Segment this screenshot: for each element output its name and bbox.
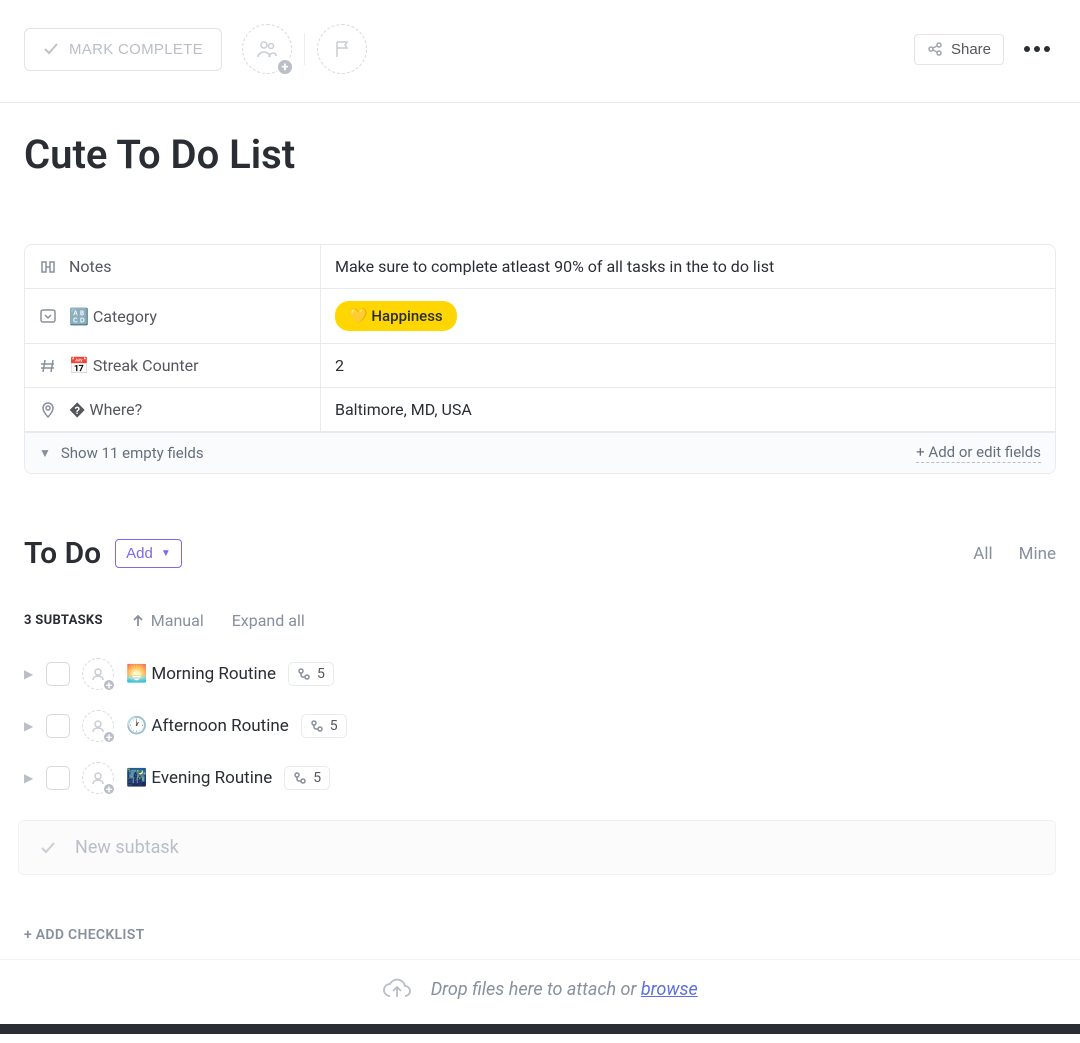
field-row-where: � Where? Baltimore, MD, USA: [25, 388, 1055, 432]
dropdown-field-icon: [39, 307, 57, 325]
expand-all-button[interactable]: Expand all: [232, 611, 305, 630]
assign-subtask-button[interactable]: +: [82, 710, 114, 742]
share-icon: [927, 41, 943, 57]
sort-mode-button[interactable]: Manual: [131, 611, 204, 630]
divider: [304, 33, 305, 65]
subtask-count-label: 3 SUBTASKS: [24, 613, 103, 628]
todo-section-title: To Do: [24, 536, 101, 571]
field-label-notes: Notes: [25, 245, 321, 288]
subtask-tree-icon: [293, 771, 307, 785]
subtask-row: ▶ + 🕐 Afternoon Routine 5: [24, 700, 1056, 752]
number-field-icon: [39, 357, 57, 375]
subtask-row: ▶ + 🌃 Evening Routine 5: [24, 752, 1056, 804]
expand-caret-icon[interactable]: ▶: [24, 667, 34, 681]
caret-down-icon: ▼: [161, 548, 171, 559]
subtask-child-count[interactable]: 5: [284, 766, 330, 790]
more-options-button[interactable]: [1018, 40, 1056, 58]
plus-badge-icon: +: [102, 678, 116, 692]
fields-footer: ▼ Show 11 empty fields + Add or edit fie…: [25, 432, 1055, 473]
filter-all-tab[interactable]: All: [973, 544, 992, 564]
priority-flag-button[interactable]: [317, 24, 367, 74]
field-row-streak: 📅 Streak Counter 2: [25, 344, 1055, 388]
custom-fields-table: Notes Make sure to complete atleast 90% …: [24, 244, 1056, 474]
field-label-category: 🔠 Category: [25, 289, 321, 343]
expand-caret-icon[interactable]: ▶: [24, 719, 34, 733]
plus-badge-icon: +: [276, 58, 294, 76]
subtask-list: ▶ + 🌅 Morning Routine 5 ▶ + 🕐 Afternoon …: [0, 648, 1080, 804]
field-value-streak[interactable]: 2: [321, 344, 1055, 387]
subtask-tree-icon: [310, 719, 324, 733]
assign-subtask-button[interactable]: +: [82, 762, 114, 794]
share-button[interactable]: Share: [914, 34, 1004, 65]
share-label: Share: [951, 41, 991, 58]
subtask-name[interactable]: 🌅 Morning Routine: [126, 664, 276, 684]
subtask-checkbox[interactable]: [46, 714, 70, 738]
page-title[interactable]: Cute To Do List: [0, 103, 1080, 196]
field-row-category: 🔠 Category 💛 Happiness: [25, 289, 1055, 344]
caret-down-icon: ▼: [39, 446, 51, 460]
cloud-upload-icon: [382, 978, 412, 1002]
show-empty-fields-toggle[interactable]: Show 11 empty fields: [61, 444, 204, 462]
subtask-checkbox[interactable]: [46, 662, 70, 686]
people-icon: [255, 37, 279, 61]
flag-icon: [332, 39, 352, 59]
subtask-tree-icon: [297, 667, 311, 681]
expand-caret-icon[interactable]: ▶: [24, 771, 34, 785]
subtask-controls: 3 SUBTASKS Manual Expand all: [0, 571, 1080, 648]
field-label-where: � Where?: [25, 388, 321, 431]
dropzone-text: Drop files here to attach or: [431, 979, 641, 1000]
task-toolbar: MARK COMPLETE + Share: [0, 0, 1080, 103]
plus-badge-icon: +: [102, 782, 116, 796]
filter-tabs: All Mine: [973, 544, 1056, 564]
subtask-row: ▶ + 🌅 Morning Routine 5: [24, 648, 1056, 700]
filter-mine-tab[interactable]: Mine: [1019, 544, 1056, 564]
attachment-dropzone[interactable]: Drop files here to attach or browse: [0, 959, 1080, 1024]
new-subtask-placeholder: New subtask: [75, 837, 179, 858]
field-label-streak: 📅 Streak Counter: [25, 344, 321, 387]
add-edit-fields-button[interactable]: + Add or edit fields: [916, 443, 1041, 463]
add-subtask-button[interactable]: Add ▼: [115, 539, 182, 568]
category-tag: 💛 Happiness: [335, 301, 457, 331]
bottom-bar: [0, 1024, 1080, 1034]
location-field-icon: [39, 401, 57, 419]
todo-section-header: To Do Add ▼ All Mine: [0, 474, 1080, 571]
field-row-notes: Notes Make sure to complete atleast 90% …: [25, 245, 1055, 289]
subtask-name[interactable]: 🕐 Afternoon Routine: [126, 716, 289, 736]
field-value-category[interactable]: 💛 Happiness: [321, 289, 1055, 343]
subtask-name[interactable]: 🌃 Evening Routine: [126, 768, 272, 788]
assign-subtask-button[interactable]: +: [82, 658, 114, 690]
add-checklist-button[interactable]: + ADD CHECKLIST: [0, 875, 1080, 959]
checkmark-icon: [39, 839, 57, 857]
mark-complete-label: MARK COMPLETE: [69, 41, 203, 58]
arrow-up-icon: [131, 614, 145, 628]
new-subtask-input[interactable]: New subtask: [18, 820, 1056, 875]
subtask-checkbox[interactable]: [46, 766, 70, 790]
subtask-child-count[interactable]: 5: [301, 714, 347, 738]
text-field-icon: [39, 258, 57, 276]
subtask-child-count[interactable]: 5: [288, 662, 334, 686]
checkmark-icon: [43, 41, 59, 57]
mark-complete-button[interactable]: MARK COMPLETE: [24, 28, 222, 71]
field-value-notes[interactable]: Make sure to complete atleast 90% of all…: [321, 245, 1055, 288]
field-value-where[interactable]: Baltimore, MD, USA: [321, 388, 1055, 431]
assignees-button[interactable]: +: [242, 24, 292, 74]
browse-link[interactable]: browse: [641, 979, 698, 1000]
plus-badge-icon: +: [102, 730, 116, 744]
